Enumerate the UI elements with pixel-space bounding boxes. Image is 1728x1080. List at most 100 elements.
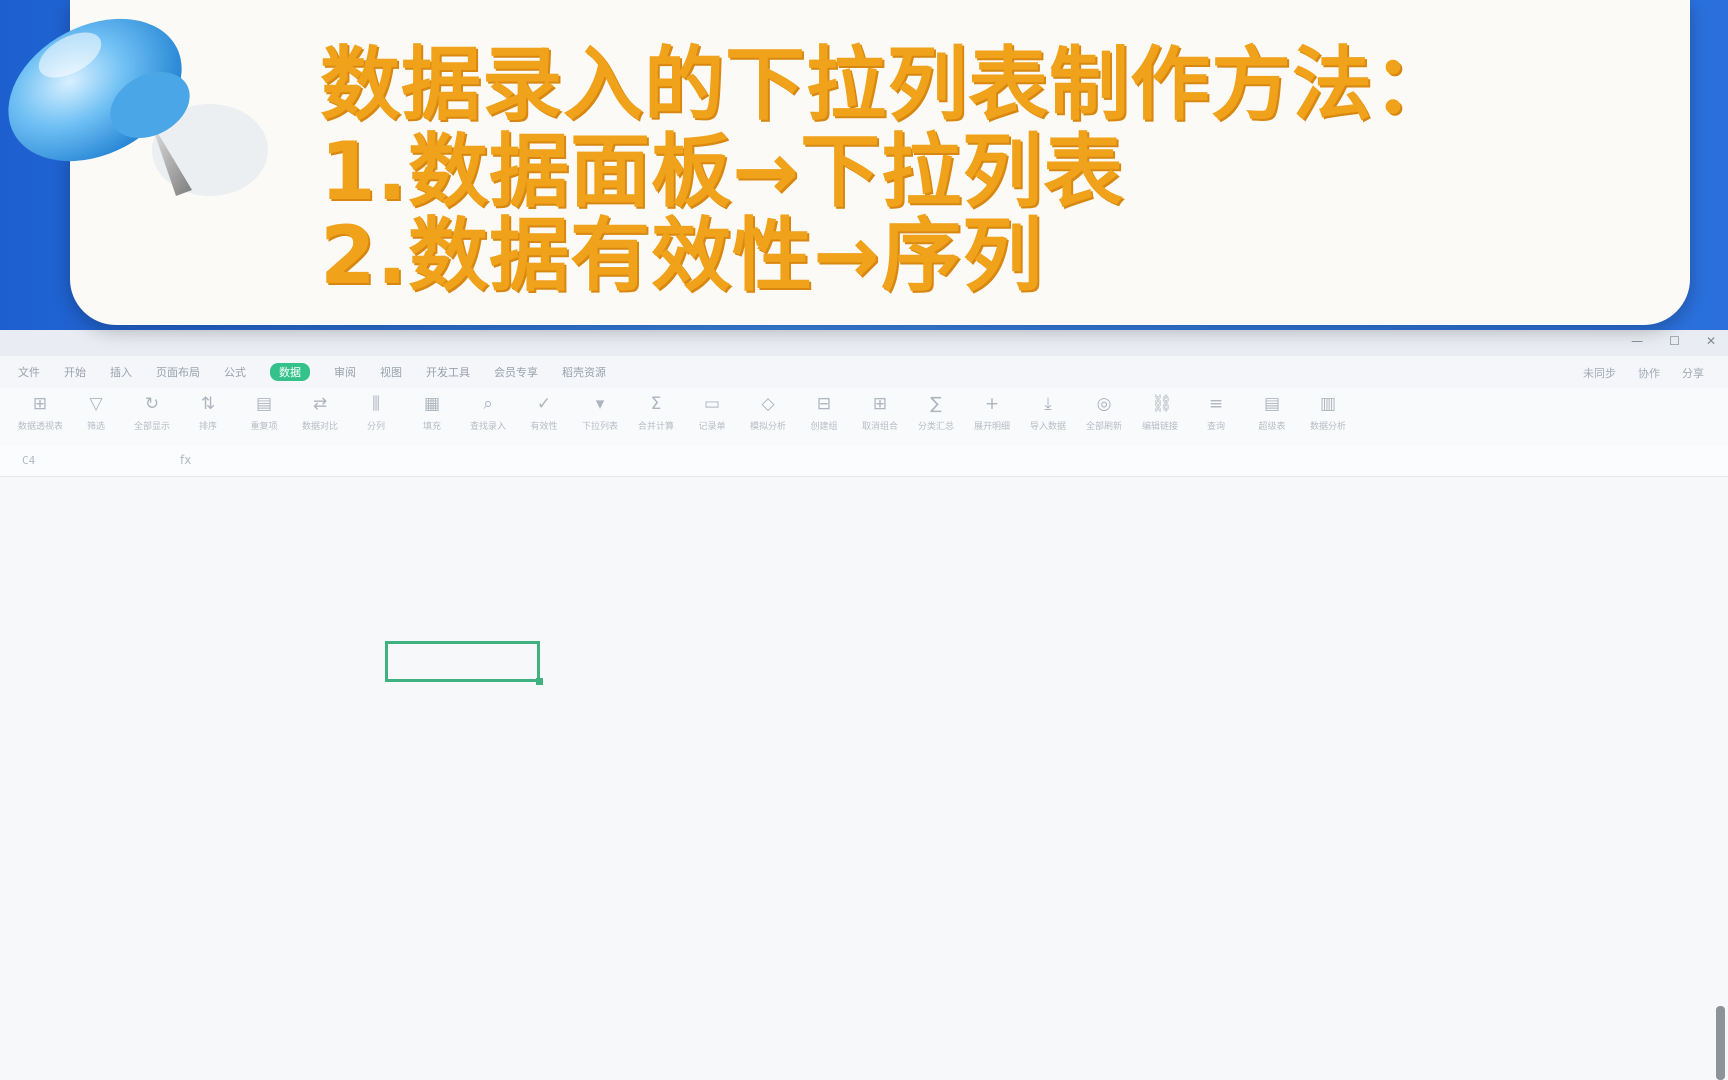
toolbar-label: 查找录入: [469, 422, 506, 432]
ribbon-toolbar: ⊞ 数据透视表 ▽ 筛选 ↻ 全部显示 ⇅ 排序 ▤ 重复项 ⇄ 数据对比 ⫼ 分列 ▦ 填充 ⌕ 查找录入 ✓ 有效…: [0, 388, 1728, 447]
toolbar-label: 分列: [366, 422, 385, 432]
pushpin-icon: [8, 18, 268, 196]
toolbar-label: 排序: [198, 422, 217, 432]
toolbar-label: 分类汇总: [917, 422, 954, 432]
lookup-icon: ⌕: [483, 394, 493, 414]
window-titlebar: — ☐ ✕: [0, 330, 1728, 357]
query-button[interactable]: ≡ 查询: [1194, 394, 1238, 432]
expand-detail-icon: +: [984, 394, 1000, 414]
subtotal-icon: ∑: [930, 394, 942, 414]
table-cell[interactable]: [385, 641, 540, 682]
sheet-button[interactable]: ▥ 数据分析: [1306, 394, 1350, 432]
title-card: 数据录入的下拉列表制作方法： 1.数据面板→下拉列表 2.数据有效性→序列: [70, 0, 1690, 325]
ungroup-button[interactable]: ⊞ 取消组合: [858, 394, 902, 432]
toolbar-label: 超级表: [1258, 422, 1286, 432]
sheet-icon: ▥: [1319, 394, 1337, 414]
spreadsheet-window: — ☐ ✕ 文件 开始 插入 页面布局 公式 数据 审阅 视图 开发工具 会员专享 稻壳资源 未同步…: [0, 330, 1728, 1080]
validation-button[interactable]: ✓ 有效性: [522, 394, 566, 432]
toolbar-label: 全部刷新: [1085, 422, 1122, 432]
fill-button[interactable]: ▦ 填充: [410, 394, 454, 432]
link-icon: ⛓: [1151, 394, 1173, 414]
toolbar-label: 全部显示: [133, 422, 170, 432]
table-icon: ▤: [1263, 394, 1281, 414]
maximize-icon[interactable]: ☐: [1669, 334, 1680, 348]
toolbar-label: 记录单: [698, 422, 726, 432]
tab-5[interactable]: 数据: [270, 363, 310, 381]
tab-7[interactable]: 视图: [380, 364, 402, 380]
dropdown-list-button[interactable]: ▾ 下拉列表: [578, 394, 622, 432]
lookup-button[interactable]: ⌕ 查找录入: [466, 394, 510, 432]
data-compare-icon: ⇄: [312, 394, 328, 414]
expand-detail-button[interactable]: + 展开明细: [970, 394, 1014, 432]
dropdown-list-icon: ▾: [595, 394, 605, 414]
tab-1[interactable]: 开始: [64, 364, 86, 380]
title-line-1: 数据录入的下拉列表制作方法：: [320, 38, 1454, 131]
link-button[interactable]: ⛓ 编辑链接: [1138, 394, 1182, 432]
tab-3[interactable]: 页面布局: [156, 364, 200, 380]
window-controls: — ☐ ✕: [1631, 334, 1716, 348]
merge-calc-button[interactable]: Σ 合并计算: [634, 394, 678, 432]
title-line-2: 1.数据面板→下拉列表: [320, 125, 1125, 218]
title-line-3: 2.数据有效性→序列: [320, 209, 1044, 302]
merge-calc-icon: Σ: [650, 394, 662, 414]
close-icon[interactable]: ✕: [1706, 334, 1716, 348]
web-data-button[interactable]: ◎ 全部刷新: [1082, 394, 1126, 432]
tab-6[interactable]: 审阅: [334, 364, 356, 380]
tab-9[interactable]: 会员专享: [494, 364, 538, 380]
toolbar-label: 数据透视表: [18, 422, 62, 432]
toolbar-label: 创建组: [810, 422, 838, 432]
name-box[interactable]: C4: [22, 454, 35, 467]
highlight-duplicates-button[interactable]: ▤ 重复项: [242, 394, 286, 432]
tab-0[interactable]: 文件: [18, 364, 40, 380]
fx-icon[interactable]: fx: [180, 453, 191, 467]
tab-2[interactable]: 插入: [110, 364, 132, 380]
menubar-right-item-0[interactable]: 未同步: [1583, 365, 1616, 381]
split-columns-icon: ⫼: [372, 394, 380, 414]
toolbar-label: 导入数据: [1029, 422, 1066, 432]
import-data-icon: ⤓: [1044, 394, 1052, 414]
reapply-button[interactable]: ↻ 全部显示: [130, 394, 174, 432]
import-data-button[interactable]: ⤓ 导入数据: [1026, 394, 1070, 432]
ungroup-icon: ⊞: [872, 394, 888, 414]
subtotal-button[interactable]: ∑ 分类汇总: [914, 394, 958, 432]
toolbar-label: 模拟分析: [749, 422, 786, 432]
query-icon: ≡: [1208, 394, 1224, 414]
toolbar-label: 取消组合: [861, 422, 898, 432]
pivot-table-icon: ⊞: [32, 394, 48, 414]
menubar-right: 未同步 协作 分享: [1583, 365, 1704, 381]
web-data-icon: ◎: [1096, 394, 1112, 414]
tab-8[interactable]: 开发工具: [426, 364, 470, 380]
toolbar-label: 查询: [1206, 422, 1225, 432]
minimize-icon[interactable]: —: [1631, 334, 1643, 348]
toolbar-label: 筛选: [86, 422, 105, 432]
menubar-right-item-2[interactable]: 分享: [1682, 365, 1704, 381]
split-columns-button[interactable]: ⫼ 分列: [354, 394, 398, 432]
sort-button[interactable]: ⇅ 排序: [186, 394, 230, 432]
vertical-scrollbar-thumb[interactable]: [1716, 1006, 1725, 1080]
sort-icon: ⇅: [200, 394, 216, 414]
filter-icon: ▽: [89, 394, 103, 414]
toolbar-label: 有效性: [530, 422, 558, 432]
tab-10[interactable]: 稻壳资源: [562, 364, 606, 380]
table-button[interactable]: ▤ 超级表: [1250, 394, 1294, 432]
toolbar-label: 数据分析: [1309, 422, 1346, 432]
toolbar-label: 下拉列表: [581, 422, 618, 432]
validation-icon: ✓: [536, 394, 552, 414]
fill-icon: ▦: [423, 394, 441, 414]
toolbar-label: 数据对比: [301, 422, 338, 432]
data-compare-button[interactable]: ⇄ 数据对比: [298, 394, 342, 432]
record-button[interactable]: ▭ 记录单: [690, 394, 734, 432]
pivot-table-button[interactable]: ⊞ 数据透视表: [18, 394, 62, 432]
ribbon-tabs: 文件 开始 插入 页面布局 公式 数据 审阅 视图 开发工具 会员专享 稻壳资源: [0, 356, 1728, 388]
menubar-right-item-1[interactable]: 协作: [1638, 365, 1660, 381]
reapply-icon: ↻: [144, 394, 160, 414]
group-button[interactable]: ⊟ 创建组: [802, 394, 846, 432]
simulate-button[interactable]: ◇ 模拟分析: [746, 394, 790, 432]
tab-4[interactable]: 公式: [224, 364, 246, 380]
fill-handle[interactable]: [536, 678, 543, 685]
toolbar-label: 编辑链接: [1141, 422, 1178, 432]
toolbar-label: 合并计算: [637, 422, 674, 432]
toolbar-label: 填充: [422, 422, 441, 432]
highlight-duplicates-icon: ▤: [255, 394, 273, 414]
filter-button[interactable]: ▽ 筛选: [74, 394, 118, 432]
